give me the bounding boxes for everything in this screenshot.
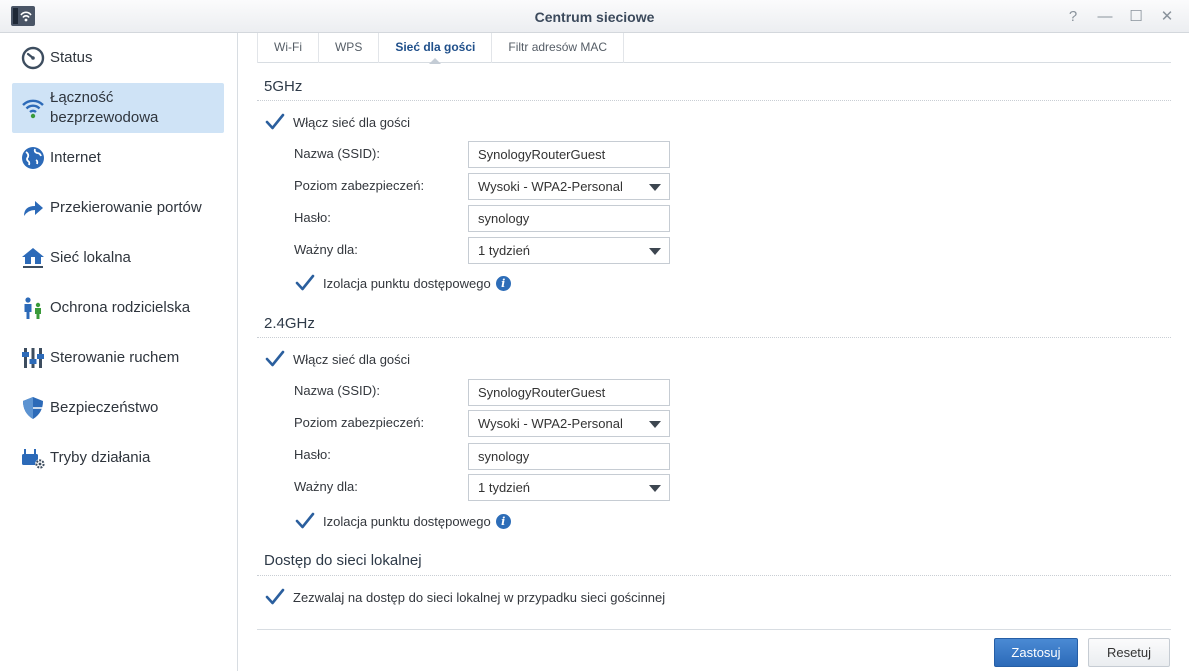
info-icon[interactable]: i bbox=[495, 513, 511, 529]
sidebar-item-parental-control[interactable]: Ochrona rodzicielska bbox=[12, 293, 224, 323]
info-icon[interactable]: i bbox=[495, 275, 511, 291]
section-title-5ghz: 5GHz bbox=[264, 78, 303, 95]
sidebar-item-label: Ochrona rodzicielska bbox=[50, 299, 191, 316]
forward-arrow-icon bbox=[20, 195, 46, 221]
title-bar: Centrum sieciowe ? — ☐ ✕ bbox=[0, 0, 1189, 33]
sidebar-item-label: Przekierowanie portów bbox=[50, 199, 202, 216]
checkbox-label: Zezwalaj na dostęp do sieci lokalnej w p… bbox=[293, 589, 666, 605]
tab-guest-network[interactable]: Sieć dla gości bbox=[379, 33, 493, 64]
sidebar-item-operation-modes[interactable]: Tryby działania bbox=[12, 443, 224, 473]
minimize-icon[interactable]: — bbox=[1096, 7, 1114, 25]
close-icon[interactable]: ✕ bbox=[1158, 7, 1176, 25]
sidebar-item-label: Internet bbox=[50, 149, 101, 166]
checkbox-label: Włącz sieć dla gości bbox=[293, 351, 411, 367]
password-input-24ghz[interactable]: synology bbox=[468, 443, 670, 470]
chevron-down-icon bbox=[649, 248, 661, 255]
ssid-label-24ghz: Nazwa (SSID): bbox=[294, 383, 380, 398]
gauge-icon bbox=[20, 45, 46, 71]
security-select-24ghz[interactable]: Wysoki - WPA2-Personal bbox=[468, 410, 670, 437]
chevron-down-icon bbox=[649, 184, 661, 191]
sidebar-item-internet[interactable]: Internet bbox=[12, 143, 224, 173]
sidebar-item-label: Łączność bezprzewodowa bbox=[50, 89, 159, 126]
sidebar-item-label: Bezpieczeństwo bbox=[50, 399, 159, 416]
sidebar-item-security[interactable]: Bezpieczeństwo bbox=[12, 393, 224, 423]
checkbox-label: Włącz sieć dla gości bbox=[293, 114, 411, 130]
chevron-down-icon bbox=[649, 485, 661, 492]
checkbox-label: Izolacja punktu dostępowego bbox=[323, 513, 491, 529]
footer-divider bbox=[257, 629, 1171, 630]
select-value: Wysoki - WPA2-Personal bbox=[478, 179, 623, 194]
section-divider bbox=[257, 575, 1171, 576]
sidebar-item-status[interactable]: Status bbox=[12, 43, 224, 73]
tab-wifi[interactable]: Wi-Fi bbox=[257, 33, 319, 63]
security-label-24ghz: Poziom zabezpieczeń: bbox=[294, 415, 425, 430]
enable-guest-5ghz-checkbox[interactable]: Włącz sieć dla gości bbox=[265, 112, 410, 132]
security-select-5ghz[interactable]: Wysoki - WPA2-Personal bbox=[468, 173, 670, 200]
chevron-down-icon bbox=[649, 421, 661, 428]
security-label-5ghz: Poziom zabezpieczeń: bbox=[294, 178, 425, 193]
sliders-icon bbox=[20, 345, 46, 371]
section-divider bbox=[257, 337, 1171, 338]
section-title-lan-access: Dostęp do sieci lokalnej bbox=[264, 552, 422, 569]
tab-bar: Wi-Fi WPS Sieć dla gości Filtr adresów M… bbox=[257, 33, 1171, 64]
reset-button[interactable]: Resetuj bbox=[1088, 638, 1170, 667]
help-icon[interactable]: ? bbox=[1064, 7, 1082, 25]
home-network-icon bbox=[20, 245, 46, 271]
ssid-input-24ghz[interactable]: SynologyRouterGuest bbox=[468, 379, 670, 406]
sidebar-item-label: Status bbox=[50, 49, 93, 66]
select-value: 1 tydzień bbox=[478, 480, 531, 495]
valid-label-5ghz: Ważny dla: bbox=[294, 242, 358, 257]
main-panel: Wi-Fi WPS Sieć dla gości Filtr adresów M… bbox=[239, 33, 1189, 671]
router-gear-icon bbox=[20, 445, 46, 471]
allow-lan-access-checkbox[interactable]: Zezwalaj na dostęp do sieci lokalnej w p… bbox=[265, 587, 665, 607]
checkbox-label: Izolacja punktu dostępowego bbox=[323, 275, 491, 291]
tab-mac-filter[interactable]: Filtr adresów MAC bbox=[492, 33, 625, 63]
enable-guest-24ghz-checkbox[interactable]: Włącz sieć dla gości bbox=[265, 349, 410, 369]
globe-icon bbox=[20, 145, 46, 171]
shield-icon bbox=[20, 395, 46, 421]
select-value: Wysoki - WPA2-Personal bbox=[478, 416, 623, 431]
sidebar-item-label: Tryby działania bbox=[50, 449, 151, 466]
apply-button[interactable]: Zastosuj bbox=[994, 638, 1078, 667]
section-title-24ghz: 2.4GHz bbox=[264, 315, 315, 332]
select-value: 1 tydzień bbox=[478, 243, 531, 258]
password-label-5ghz: Hasło: bbox=[294, 210, 331, 225]
sidebar-item-traffic-control[interactable]: Sterowanie ruchem bbox=[12, 343, 224, 373]
ssid-label-5ghz: Nazwa (SSID): bbox=[294, 146, 380, 161]
valid-label-24ghz: Ważny dla: bbox=[294, 479, 358, 494]
sidebar: Status Łączność bezprzewodowa Internet P… bbox=[0, 33, 238, 671]
section-divider bbox=[257, 100, 1171, 101]
sidebar-item-wireless[interactable]: Łączność bezprzewodowa bbox=[12, 83, 224, 133]
sidebar-item-label: Sieć lokalna bbox=[50, 249, 131, 266]
password-input-5ghz[interactable]: synology bbox=[468, 205, 670, 232]
password-label-24ghz: Hasło: bbox=[294, 447, 331, 462]
sidebar-item-port-forwarding[interactable]: Przekierowanie portów bbox=[12, 193, 224, 223]
checkmark-icon bbox=[295, 511, 315, 531]
checkmark-icon bbox=[265, 112, 285, 132]
sidebar-item-local-network[interactable]: Sieć lokalna bbox=[12, 243, 224, 273]
isolation-5ghz-checkbox[interactable]: Izolacja punktu dostępowego i bbox=[295, 273, 511, 293]
checkmark-icon bbox=[295, 273, 315, 293]
window-title: Centrum sieciowe bbox=[534, 9, 655, 25]
isolation-24ghz-checkbox[interactable]: Izolacja punktu dostępowego i bbox=[295, 511, 511, 531]
valid-select-5ghz[interactable]: 1 tydzień bbox=[468, 237, 670, 264]
family-icon bbox=[20, 295, 46, 321]
checkmark-icon bbox=[265, 349, 285, 369]
sidebar-item-label: Sterowanie ruchem bbox=[50, 349, 180, 366]
wifi-icon bbox=[20, 95, 46, 121]
tab-wps[interactable]: WPS bbox=[319, 33, 380, 63]
maximize-icon[interactable]: ☐ bbox=[1127, 7, 1145, 25]
checkmark-icon bbox=[265, 587, 285, 607]
ssid-input-5ghz[interactable]: SynologyRouterGuest bbox=[468, 141, 670, 168]
valid-select-24ghz[interactable]: 1 tydzień bbox=[468, 474, 670, 501]
